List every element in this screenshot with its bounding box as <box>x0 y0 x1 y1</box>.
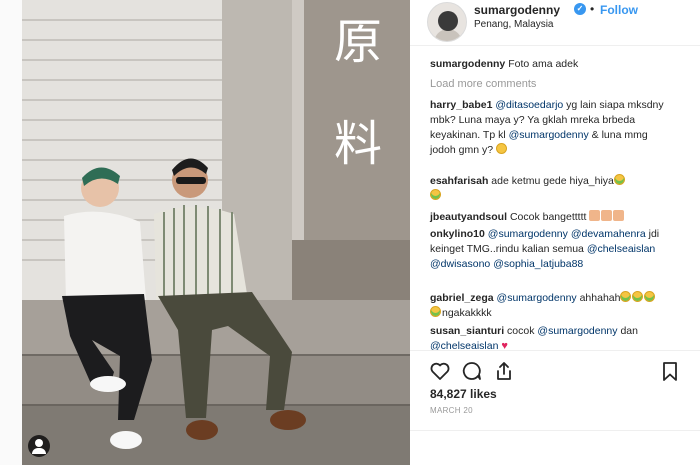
grinning-sweat-emoji-icon <box>430 189 441 200</box>
avatar[interactable] <box>427 2 467 42</box>
comment-item: onkylino10 @sumargodenny @devamahenra jd… <box>430 227 666 272</box>
header-username[interactable]: sumargodenny <box>474 3 560 17</box>
comment-item: jbeautyandsoul Cocok bangettttt <box>430 210 666 225</box>
comment-mention[interactable]: @sophia_latjuba88 <box>493 258 583 270</box>
grinning-sweat-emoji-icon <box>613 174 625 185</box>
comment-text: Cocok bangettttt <box>509 211 590 223</box>
grinning-sweat-emoji-icon <box>430 306 441 317</box>
comment-text: cocok <box>507 325 538 337</box>
bookmark-icon[interactable] <box>658 359 682 383</box>
grinning-sweat-emoji-icon <box>632 291 644 302</box>
post-header: sumargodenny ✓ • Follow Penang, Malaysia <box>410 0 700 46</box>
comment-mention[interactable]: @chelseaislan <box>587 243 655 255</box>
thumbs-up-emoji-icon <box>589 210 601 221</box>
verified-badge-icon: ✓ <box>574 3 586 15</box>
grinning-sweat-emoji-icon <box>644 291 656 302</box>
comment-item: harry_babe1 @ditasoedarjo yg lain siapa … <box>430 98 666 158</box>
pillar-sign-char-1: 原 <box>334 14 382 70</box>
comment-item: esahfarisah ade ketmu gede hiya_hiya <box>430 174 666 204</box>
pillar-sign-char-2: 料 <box>334 116 382 172</box>
thinking-face-emoji-icon <box>495 143 507 154</box>
comment-mention[interactable]: @sumargodenny <box>488 228 568 240</box>
photo-illustration: 原 料 <box>22 0 410 465</box>
comment-mention[interactable]: @ditasoedarjo <box>495 99 563 111</box>
comment-mention[interactable]: @sumargodenny <box>497 292 577 304</box>
post-photo[interactable]: 原 料 <box>22 0 410 465</box>
post-action-bar <box>410 350 700 390</box>
caption-username[interactable]: sumargodenny <box>430 58 505 70</box>
location-link[interactable]: Penang, Malaysia <box>474 19 554 30</box>
post-side-panel: sumargodenny ✓ • Follow Penang, Malaysia… <box>410 0 700 465</box>
comment-mention[interactable]: @devamahenra <box>571 228 646 240</box>
comment-text: ahhahah <box>576 292 621 304</box>
comment-username[interactable]: esahfarisah <box>430 175 488 187</box>
likes-count[interactable]: 84,827 likes <box>430 387 497 401</box>
comment-username[interactable]: onkylino10 <box>430 228 485 240</box>
load-more-comments-button[interactable]: Load more comments <box>430 78 536 90</box>
comment-username[interactable]: harry_babe1 <box>430 99 492 111</box>
header-separator: • <box>590 2 595 16</box>
comment-mention[interactable]: @sumargodenny <box>509 129 589 141</box>
caption-text: Foto ama adek <box>508 58 579 70</box>
user-tag-icon[interactable] <box>28 435 50 457</box>
thumbs-up-emoji-icon <box>601 210 613 221</box>
comment-text: ngakakkkk <box>442 307 492 319</box>
comment-username[interactable]: gabriel_zega <box>430 292 494 304</box>
thumbs-up-emoji-icon <box>613 210 625 221</box>
comment-text: dan <box>617 325 638 337</box>
instagram-post-window: 原 料 sumargodenny ✓ • Follow Penang, Mala… <box>0 0 700 465</box>
comment-username[interactable]: jbeautyandsoul <box>430 211 507 223</box>
comment-username[interactable]: susan_sianturi <box>430 325 504 337</box>
share-arrow-icon[interactable] <box>492 359 516 383</box>
comment-bubble-icon[interactable] <box>460 359 484 383</box>
follow-button[interactable]: Follow <box>600 3 638 17</box>
post-date: MARCH 20 <box>430 406 473 415</box>
comment-text: ade ketmu gede hiya_hiya <box>491 175 614 187</box>
comment-mention[interactable]: @sumargodenny <box>537 325 617 337</box>
grinning-sweat-emoji-icon <box>620 291 632 302</box>
comment-item: gabriel_zega @sumargodenny ahhahah ngakak… <box>430 291 666 321</box>
post-caption: sumargodenny Foto ama adek <box>430 57 666 72</box>
heart-outline-icon[interactable] <box>428 359 452 383</box>
add-comment-bar <box>410 430 700 465</box>
comment-mention[interactable]: @dwisasono <box>430 258 490 270</box>
